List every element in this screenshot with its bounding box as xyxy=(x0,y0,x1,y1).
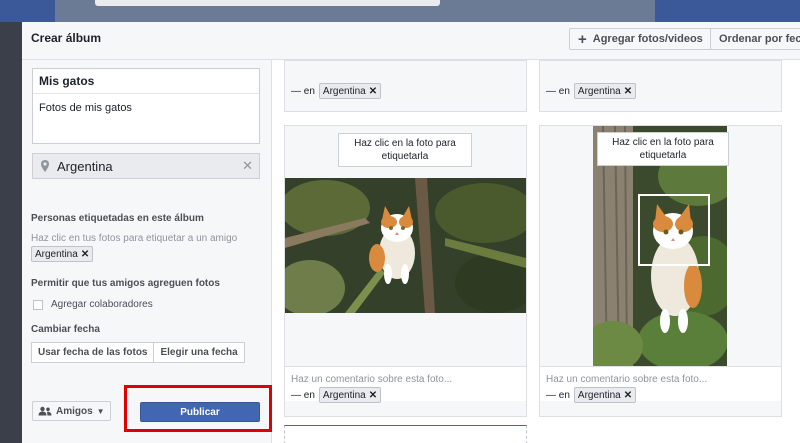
photo-tag-chip[interactable]: Argentina ✕ xyxy=(318,83,382,99)
create-album-modal: Crear álbum + Agregar fotos/videos Orden… xyxy=(22,22,800,443)
photo-tag-label: Argentina xyxy=(322,85,366,97)
album-name-input[interactable]: Mis gatos xyxy=(33,69,259,94)
background-left xyxy=(0,22,22,443)
tag-row: — en Argentina ✕ xyxy=(546,387,637,403)
publish-button[interactable]: Publicar xyxy=(140,402,260,422)
comment-input[interactable]: Haz un comentario sobre esta foto... xyxy=(546,374,707,385)
plus-icon: + xyxy=(578,30,587,48)
add-collaborators-row[interactable]: Agregar colaboradores xyxy=(33,299,153,310)
add-collaborators-label: Agregar colaboradores xyxy=(51,299,153,310)
photo-tag-label: Argentina xyxy=(322,389,366,401)
cat-photo[interactable] xyxy=(285,178,526,313)
remove-tag-icon[interactable]: ✕ xyxy=(369,390,377,401)
caption-bar: Haz un comentario sobre esta foto... — e… xyxy=(540,366,781,403)
photo-tag-label: Argentina xyxy=(577,85,621,97)
photo-tag-chip[interactable]: Argentina ✕ xyxy=(573,387,637,403)
photo-tag-chip[interactable]: Argentina ✕ xyxy=(318,387,382,403)
album-description-input[interactable]: Fotos de mis gatos xyxy=(33,94,259,122)
date-button-group: Usar fecha de las fotos Elegir una fecha xyxy=(31,342,245,363)
modal-header: Crear álbum + Agregar fotos/videos Orden… xyxy=(22,22,800,60)
add-photos-label: Agregar fotos/videos xyxy=(592,33,703,45)
photo-card-top-1: — en Argentina ✕ xyxy=(284,60,527,112)
photo-card-top-2: — en Argentina ✕ xyxy=(539,60,782,112)
choose-date-button[interactable]: Elegir una fecha xyxy=(154,342,245,363)
remove-tag-icon[interactable]: ✕ xyxy=(81,249,89,260)
tag-row: — en Argentina ✕ xyxy=(291,387,382,403)
photo-tag-label: Argentina xyxy=(577,389,621,401)
add-photo-card[interactable] xyxy=(284,425,527,443)
remove-tag-icon[interactable]: ✕ xyxy=(369,86,377,97)
album-settings-panel: Mis gatos Fotos de mis gatos Argentina ✕… xyxy=(22,60,272,443)
modal-title: Crear álbum xyxy=(31,31,102,45)
tag-tooltip: Haz clic en la foto para etiquetarla xyxy=(597,132,729,166)
remove-tag-icon[interactable]: ✕ xyxy=(624,86,632,97)
comment-input[interactable]: Haz un comentario sobre esta foto... xyxy=(291,374,452,385)
tag-prefix: — en xyxy=(546,85,570,97)
allow-friends-label: Permitir que tus amigos agreguen fotos xyxy=(31,278,220,289)
tag-prefix: — en xyxy=(291,85,315,97)
location-field[interactable]: Argentina ✕ xyxy=(32,153,260,179)
caption-bar: Haz un comentario sobre esta foto... — e… xyxy=(285,366,526,403)
tag-chip[interactable]: Argentina ✕ xyxy=(31,246,94,262)
tag-chip-label: Argentina xyxy=(35,248,78,260)
tag-prefix: — en xyxy=(291,389,315,401)
tag-tooltip: Haz clic en la foto para etiquetarla xyxy=(338,133,472,167)
audience-selector[interactable]: Amigos ▼ xyxy=(32,401,111,421)
album-info-box: Mis gatos Fotos de mis gatos xyxy=(32,68,260,144)
change-date-label: Cambiar fecha xyxy=(31,324,100,335)
friends-icon xyxy=(38,406,52,416)
clear-location-icon[interactable]: ✕ xyxy=(242,158,253,174)
use-photo-date-button[interactable]: Usar fecha de las fotos xyxy=(31,342,155,363)
location-pin-icon xyxy=(41,160,49,172)
add-photos-button[interactable]: + Agregar fotos/videos xyxy=(569,28,712,50)
tag-row: — en Argentina ✕ xyxy=(291,83,382,99)
cat-photo-image xyxy=(285,178,526,313)
background-search xyxy=(95,0,440,6)
remove-tag-icon[interactable]: ✕ xyxy=(624,390,632,401)
order-by-date-button[interactable]: Ordenar por fecha xyxy=(710,28,800,50)
audience-label: Amigos xyxy=(56,405,93,417)
tag-row: — en Argentina ✕ xyxy=(546,83,637,99)
photo-tag-chip[interactable]: Argentina ✕ xyxy=(573,83,637,99)
tag-prefix: — en xyxy=(546,389,570,401)
chevron-down-icon: ▼ xyxy=(96,406,105,416)
face-tag-box[interactable] xyxy=(638,194,710,266)
tagged-people-label: Personas etiquetadas en este álbum xyxy=(31,213,204,224)
tagged-people-hint: Haz clic en tus fotos para etiquetar a u… xyxy=(31,233,238,244)
photos-area: — en Argentina ✕ — en Argentina ✕ Haz cl… xyxy=(272,60,800,443)
add-collaborators-checkbox[interactable] xyxy=(33,299,43,310)
photo-card-2: Haz clic en la foto para etiquetarla Haz… xyxy=(539,125,782,417)
location-value: Argentina xyxy=(57,158,113,174)
photo-card-1: Haz clic en la foto para etiquetarla Haz… xyxy=(284,125,527,417)
